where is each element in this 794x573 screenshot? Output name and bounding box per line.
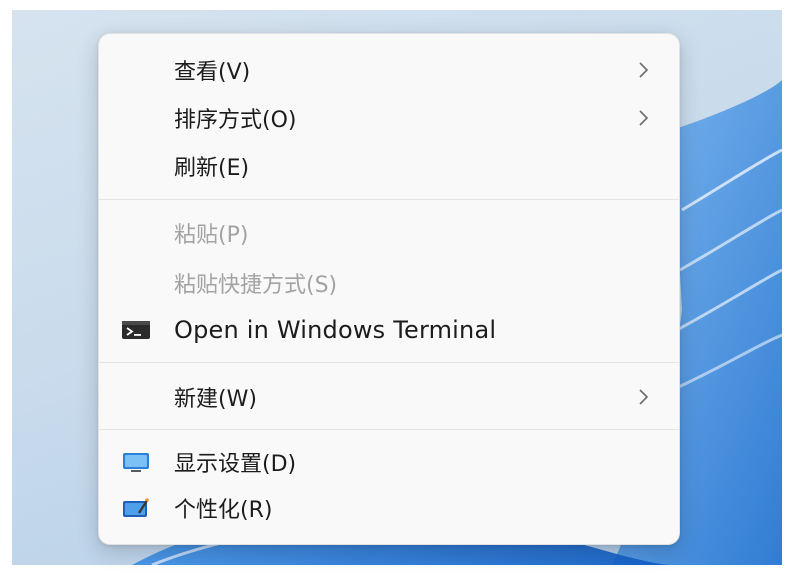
menu-item-label: 排序方式(O) — [174, 108, 297, 133]
menu-item-label: Open in Windows Terminal — [174, 316, 497, 344]
menu-item-label: 个性化(R) — [174, 498, 273, 523]
menu-item-refresh[interactable]: 刷新(E) — [99, 144, 679, 188]
personalize-icon — [123, 498, 150, 517]
menu-item-label: 显示设置(D) — [174, 452, 297, 477]
menu-separator — [99, 429, 679, 430]
menu-item-new[interactable]: 新建(W) — [99, 375, 679, 419]
terminal-icon — [122, 321, 150, 339]
menu-item-label: 粘贴(P) — [174, 223, 249, 248]
menu-item-label: 粘贴快捷方式(S) — [174, 273, 338, 298]
chevron-right-icon — [639, 389, 649, 405]
menu-item-sort-by[interactable]: 排序方式(O) — [99, 96, 679, 140]
menu-separator — [99, 362, 679, 363]
menu-item-open-in-windows-terminal[interactable]: Open in Windows Terminal — [99, 308, 679, 352]
chevron-right-icon — [639, 62, 649, 78]
menu-item-display-settings[interactable]: 显示设置(D) — [99, 440, 679, 484]
display-settings-icon — [123, 453, 149, 472]
menu-item-label: 新建(W) — [174, 387, 257, 412]
menu-item-personalize[interactable]: 个性化(R) — [99, 486, 679, 530]
desktop-context-menu: 查看(V) 排序方式(O) 刷新(E) 粘贴(P) 粘贴快捷方式(S) Open… — [98, 33, 680, 545]
menu-item-paste: 粘贴(P) — [99, 211, 679, 255]
menu-item-paste-shortcut: 粘贴快捷方式(S) — [99, 261, 679, 305]
menu-item-label: 查看(V) — [174, 60, 251, 85]
chevron-right-icon — [639, 110, 649, 126]
menu-item-view[interactable]: 查看(V) — [99, 48, 679, 92]
menu-item-label: 刷新(E) — [174, 156, 250, 181]
menu-separator — [99, 199, 679, 200]
